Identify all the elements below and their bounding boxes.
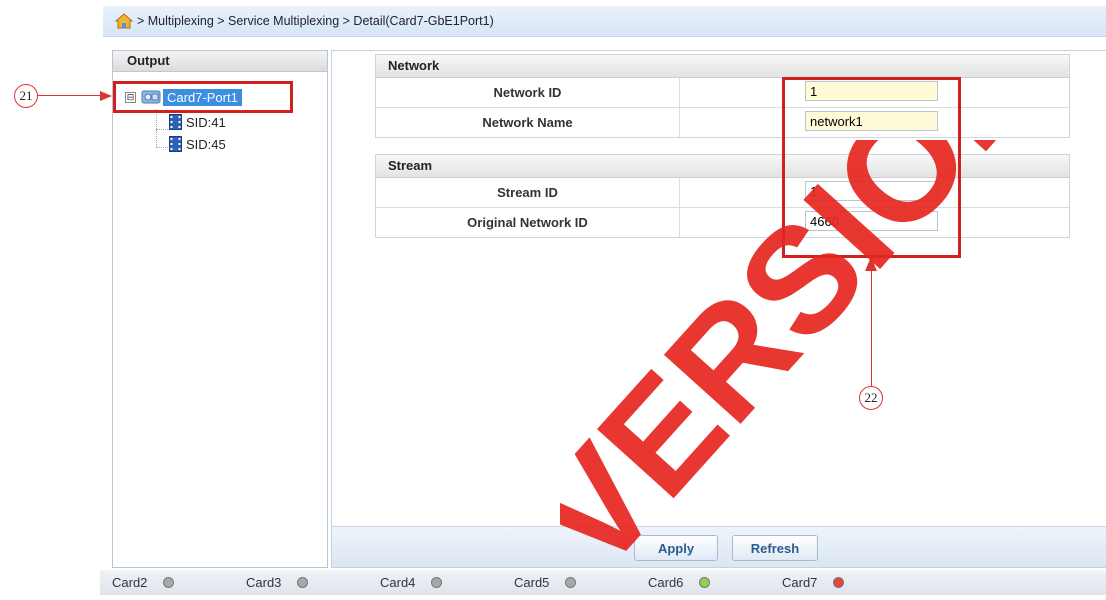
card-label: Card2 [112,575,148,590]
network-section: Network Network ID Network Name [375,54,1070,138]
card-label: Card4 [380,575,416,590]
film-icon [169,114,182,130]
tree-connector [156,147,168,148]
network-id-label: Network ID [376,78,680,107]
output-panel: Output ⊟ Card7-Port1 SID:41 SID:45 [112,50,328,568]
action-bar: Apply Refresh [332,526,1106,567]
card-status-bar: Card2 Card3 Card4 Card5 Card6 Card7 [100,570,1106,595]
network-id-row: Network ID [376,78,1069,108]
stream-section: Stream Stream ID Original Network ID [375,154,1070,238]
card-status-card4[interactable]: Card4 [368,575,502,590]
apply-button[interactable]: Apply [634,535,718,561]
tree-child-sid-41[interactable]: SID:41 [169,113,226,131]
network-name-row: Network Name [376,108,1069,137]
network-name-label: Network Name [376,108,680,137]
status-indicator-icon [297,577,309,588]
card-status-card5[interactable]: Card5 [502,575,636,590]
status-indicator-icon [699,577,711,588]
status-indicator-icon [163,577,175,588]
card-label: Card3 [246,575,282,590]
original-network-id-row: Original Network ID [376,208,1069,237]
network-section-title: Network [376,55,1069,78]
status-indicator-icon [833,577,845,588]
refresh-button[interactable]: Refresh [732,535,818,561]
stream-section-title: Stream [376,155,1069,178]
card-status-card7[interactable]: Card7 [770,575,904,590]
callout-22: 22 [859,386,883,410]
original-network-id-label: Original Network ID [376,208,680,237]
status-indicator-icon [431,577,443,588]
film-icon [169,136,182,152]
tree-child-sid-45[interactable]: SID:45 [169,135,226,153]
card-status-card2[interactable]: Card2 [100,575,234,590]
breadcrumb-text: > Multiplexing > Service Multiplexing > … [137,14,494,28]
card-status-card3[interactable]: Card3 [234,575,368,590]
card-label: Card6 [648,575,684,590]
tree-child-label: SID:45 [186,136,226,152]
stream-id-label: Stream ID [376,178,680,207]
tree-connector [156,129,168,130]
tree-connector [156,109,158,147]
stream-id-row: Stream ID [376,178,1069,208]
card-status-card6[interactable]: Card6 [636,575,770,590]
detail-panel: Network Network ID Network Name Stream S… [331,50,1106,568]
breadcrumb: > Multiplexing > Service Multiplexing > … [103,6,1106,37]
status-indicator-icon [565,577,577,588]
arrow-right-icon [100,91,112,101]
highlight-box-22 [782,77,961,258]
annotation-arrow [37,95,105,96]
arrow-up-icon [865,257,877,271]
card-label: Card7 [782,575,818,590]
highlight-box-21 [113,81,293,113]
output-panel-title: Output [113,51,327,72]
card-label: Card5 [514,575,550,590]
callout-21: 21 [14,84,38,108]
tree-child-label: SID:41 [186,114,226,130]
home-icon[interactable] [115,13,133,29]
annotation-arrow [871,270,872,386]
